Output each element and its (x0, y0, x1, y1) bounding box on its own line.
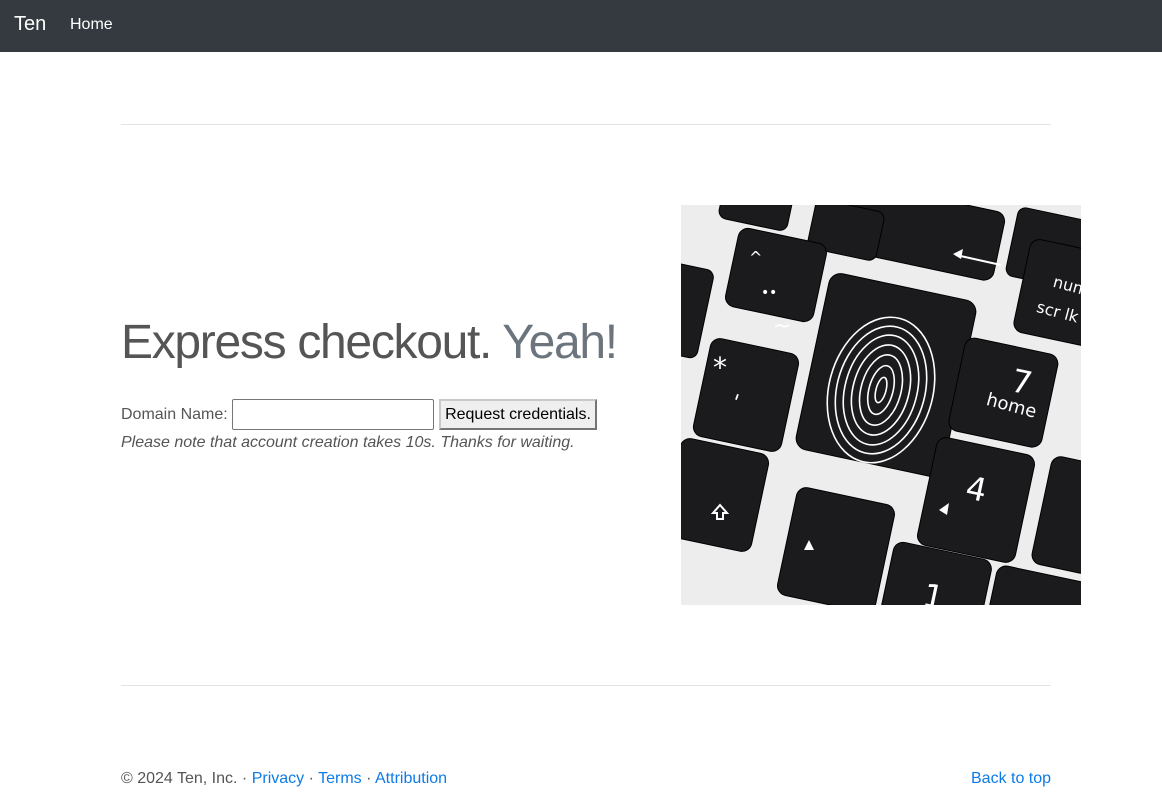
request-credentials-button[interactable]: Request credentials. (439, 399, 597, 430)
bottom-divider (121, 685, 1051, 686)
brand-link[interactable]: Ten (14, 12, 46, 36)
domain-name-input[interactable] (232, 399, 434, 430)
page-heading: Express checkout. Yeah! (121, 313, 618, 373)
account-creation-note: Please note that account creation takes … (121, 434, 575, 451)
fingerprint-keyboard-image: ^ • • ~ * - 7 home num scr lk 4 1 (681, 205, 1081, 605)
back-to-top-link[interactable]: Back to top (971, 769, 1051, 788)
top-divider (121, 124, 1051, 125)
top-navbar: Ten Home (0, 0, 1162, 52)
copyright-text: © 2024 Ten, Inc. (121, 770, 238, 787)
key-dot-2: • (769, 285, 777, 301)
privacy-link[interactable]: Privacy (252, 770, 304, 787)
domain-name-label: Domain Name: (121, 406, 228, 423)
footer-links: © 2024 Ten, Inc. · Privacy · Terms · Att… (121, 769, 447, 788)
heading-main: Express checkout. (121, 316, 492, 369)
attribution-link[interactable]: Attribution (375, 770, 447, 787)
footer-separator: · (366, 770, 372, 787)
key-tilde: ~ (773, 314, 791, 339)
key-caret: ^ (749, 248, 762, 267)
nav-home-link[interactable]: Home (70, 15, 113, 34)
terms-link[interactable]: Terms (318, 770, 362, 787)
footer-separator: · (308, 770, 314, 787)
fingerprint-keyboard-icon: ^ • • ~ * - 7 home num scr lk 4 1 (681, 205, 1081, 605)
heading-muted: Yeah! (502, 316, 618, 369)
key-asterisk: * (713, 351, 727, 384)
footer-separator: · (241, 770, 248, 787)
